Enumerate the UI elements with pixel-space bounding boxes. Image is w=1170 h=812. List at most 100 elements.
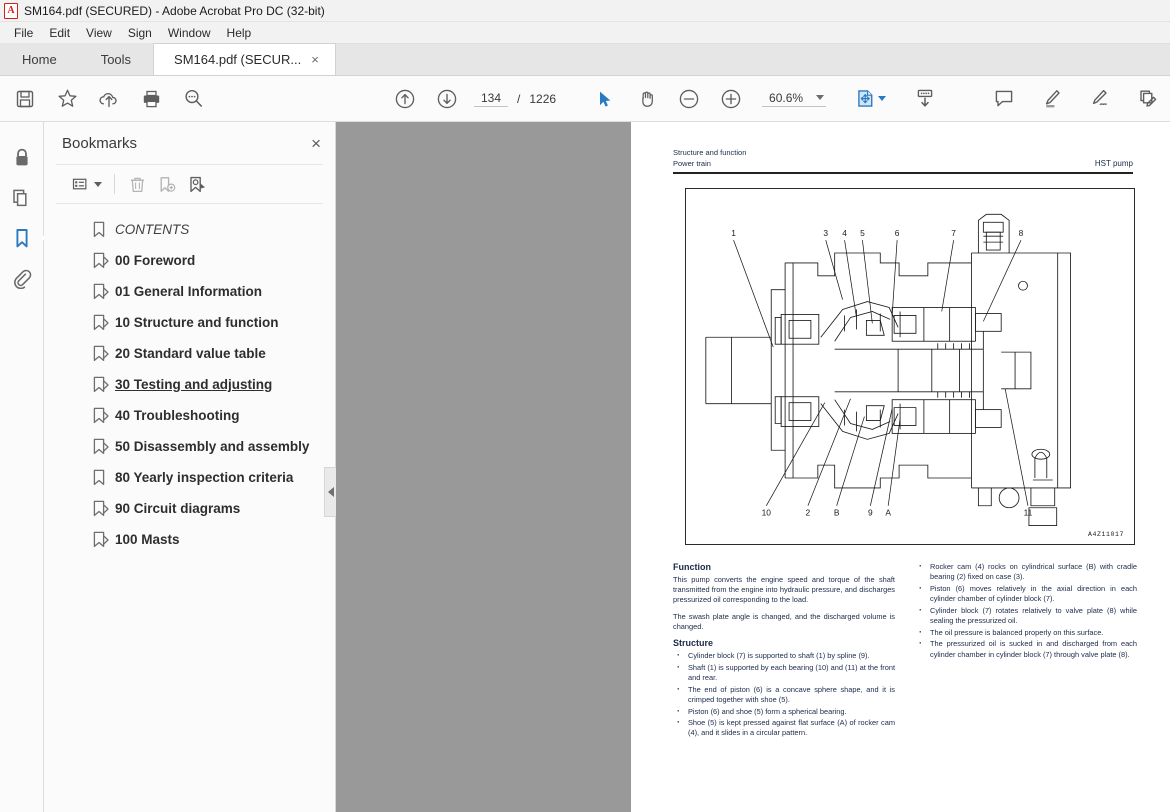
- bookmark-options-button[interactable]: [72, 169, 102, 199]
- chevron-right-icon[interactable]: [100, 348, 112, 360]
- close-panel-icon[interactable]: ×: [311, 135, 321, 152]
- find-current-bookmark-icon: [190, 176, 205, 192]
- callout-11: 11: [1024, 508, 1033, 518]
- bookmark-item-00-foreword[interactable]: 00 Foreword: [44, 245, 335, 276]
- bookmark-flag-icon: [93, 469, 105, 486]
- bookmark-item-40-troubleshooting[interactable]: 40 Troubleshooting: [44, 400, 335, 431]
- chevron-right-icon[interactable]: [100, 503, 112, 515]
- favorite-button[interactable]: [46, 77, 88, 121]
- bookmark-item-30-testing-and-adjusting[interactable]: 30 Testing and adjusting: [44, 369, 335, 400]
- bookmark-flag-icon: [93, 221, 105, 238]
- bookmark-item-50-disassembly-and-assembly[interactable]: 50 Disassembly and assembly: [44, 431, 335, 462]
- structure-heading: Structure: [673, 638, 714, 649]
- print-button[interactable]: [130, 77, 172, 121]
- fit-page-button[interactable]: [856, 77, 887, 121]
- bookmark-label: 01 General Information: [115, 284, 263, 299]
- callout-3: 3: [823, 228, 828, 238]
- list-item: Piston (6) and shoe (5) form a spherical…: [673, 706, 895, 717]
- page-thumbnails-button[interactable]: [5, 178, 39, 218]
- list-item: Shoe (5) is kept pressed against flat su…: [673, 717, 895, 738]
- star-icon: [57, 89, 77, 107]
- scroll-mode-button[interactable]: [904, 77, 946, 121]
- security-lock-icon: [15, 148, 28, 166]
- page-thumbnails-icon: [13, 189, 27, 207]
- select-tool-button[interactable]: [584, 77, 626, 121]
- menu-help[interactable]: Help: [219, 24, 260, 42]
- menu-edit[interactable]: Edit: [41, 24, 78, 42]
- menu-view[interactable]: View: [78, 24, 120, 42]
- bookmark-item-100-masts[interactable]: 100 Masts: [44, 524, 335, 555]
- zoom-in-button[interactable]: [710, 77, 752, 121]
- cursor-select-icon: [600, 91, 611, 107]
- callout-1: 1: [731, 228, 736, 238]
- technical-figure: 1 3 4 5 6 7 8 10 2 B 9 A 11 A4Z11017: [685, 188, 1135, 545]
- list-item: Piston (6) moves relatively in the axial…: [915, 583, 1137, 604]
- bookmark-item-01-general-information[interactable]: 01 General Information: [44, 276, 335, 307]
- list-item: The oil pressure is balanced properly on…: [915, 627, 1137, 638]
- menu-window[interactable]: Window: [160, 24, 219, 42]
- zoom-out-button[interactable]: [668, 77, 710, 121]
- comment-button[interactable]: [980, 77, 1028, 121]
- chevron-right-icon[interactable]: [100, 534, 112, 546]
- security-panel-button[interactable]: [5, 138, 39, 178]
- function-paragraph-2: The swash plate angle is changed, and th…: [673, 611, 895, 631]
- new-bookmark-icon: [160, 176, 176, 192]
- bookmark-options-chevron-icon[interactable]: [94, 181, 102, 187]
- list-item: Cylinder block (7) rotates relatively to…: [915, 605, 1137, 626]
- next-page-button[interactable]: [426, 77, 468, 121]
- header-rule: [673, 172, 1133, 174]
- bookmark-item-20-standard-value-table[interactable]: 20 Standard value table: [44, 338, 335, 369]
- bookmark-label: 50 Disassembly and assembly: [115, 439, 310, 454]
- save-button[interactable]: [4, 77, 46, 121]
- callout-a: A: [885, 508, 891, 518]
- print-icon: [143, 90, 159, 107]
- tab-tools-label: Tools: [100, 51, 132, 67]
- attachments-panel-button[interactable]: [5, 258, 39, 298]
- chevron-right-icon[interactable]: [100, 410, 112, 422]
- bookmark-label: 20 Standard value table: [115, 346, 266, 361]
- structure-bullet-list: Cylinder block (7) is supported to shaft…: [673, 650, 895, 739]
- chevron-right-icon[interactable]: [100, 286, 112, 298]
- close-tab-icon[interactable]: ×: [311, 53, 319, 66]
- zoom-level-selector[interactable]: 60.6%: [762, 91, 827, 107]
- signature-button[interactable]: [1076, 77, 1124, 121]
- bookmark-item-90-circuit-diagrams[interactable]: 90 Circuit diagrams: [44, 493, 335, 524]
- highlight-button[interactable]: [1028, 77, 1076, 121]
- fill-and-sign-icon: [1140, 90, 1157, 107]
- bookmarks-panel-header: Bookmarks ×: [44, 122, 335, 164]
- tab-home[interactable]: Home: [0, 43, 79, 75]
- acrobat-logo-icon: [4, 2, 18, 19]
- hand-tool-button[interactable]: [626, 77, 668, 121]
- triangle-left-icon: [327, 487, 334, 497]
- collapse-panel-handle[interactable]: [324, 467, 336, 517]
- cloud-upload-button[interactable]: [88, 77, 130, 121]
- menu-file[interactable]: File: [6, 24, 41, 42]
- chevron-right-icon[interactable]: [100, 441, 112, 453]
- chevron-right-icon[interactable]: [100, 255, 112, 267]
- new-bookmark-button[interactable]: [152, 169, 182, 199]
- search-icon: [184, 90, 202, 107]
- zoom-out-icon: [679, 89, 699, 108]
- fit-page-chevron-icon[interactable]: [878, 96, 887, 101]
- document-viewport[interactable]: Structure and function Power train HST p…: [336, 122, 1170, 812]
- bookmark-item-10-structure-and-function[interactable]: 10 Structure and function: [44, 307, 335, 338]
- right-column: Rocker cam (4) rocks on cylindrical surf…: [915, 561, 1137, 740]
- chevron-right-icon[interactable]: [100, 379, 112, 391]
- find-button[interactable]: [172, 77, 214, 121]
- next-page-icon: [437, 89, 457, 108]
- fill-and-sign-button[interactable]: [1124, 77, 1170, 121]
- bookmark-item-contents[interactable]: CONTENTS: [44, 214, 335, 245]
- previous-page-button[interactable]: [384, 77, 426, 121]
- page-number-input[interactable]: [474, 90, 508, 107]
- delete-bookmark-button[interactable]: [122, 169, 152, 199]
- tab-strip: Home Tools SM164.pdf (SECUR... ×: [0, 43, 1170, 76]
- menu-sign[interactable]: Sign: [120, 24, 160, 42]
- bookmarks-icon: [15, 229, 28, 248]
- find-current-bookmark-button[interactable]: [182, 169, 212, 199]
- bookmarks-panel-button[interactable]: [5, 218, 50, 258]
- bookmark-item-80-yearly-inspection-criteria[interactable]: 80 Yearly inspection criteria: [44, 462, 335, 493]
- chevron-right-icon[interactable]: [100, 317, 112, 329]
- tab-document[interactable]: SM164.pdf (SECUR... ×: [153, 43, 336, 75]
- function-paragraph-1: This pump converts the engine speed and …: [673, 575, 895, 605]
- tab-tools[interactable]: Tools: [78, 43, 154, 75]
